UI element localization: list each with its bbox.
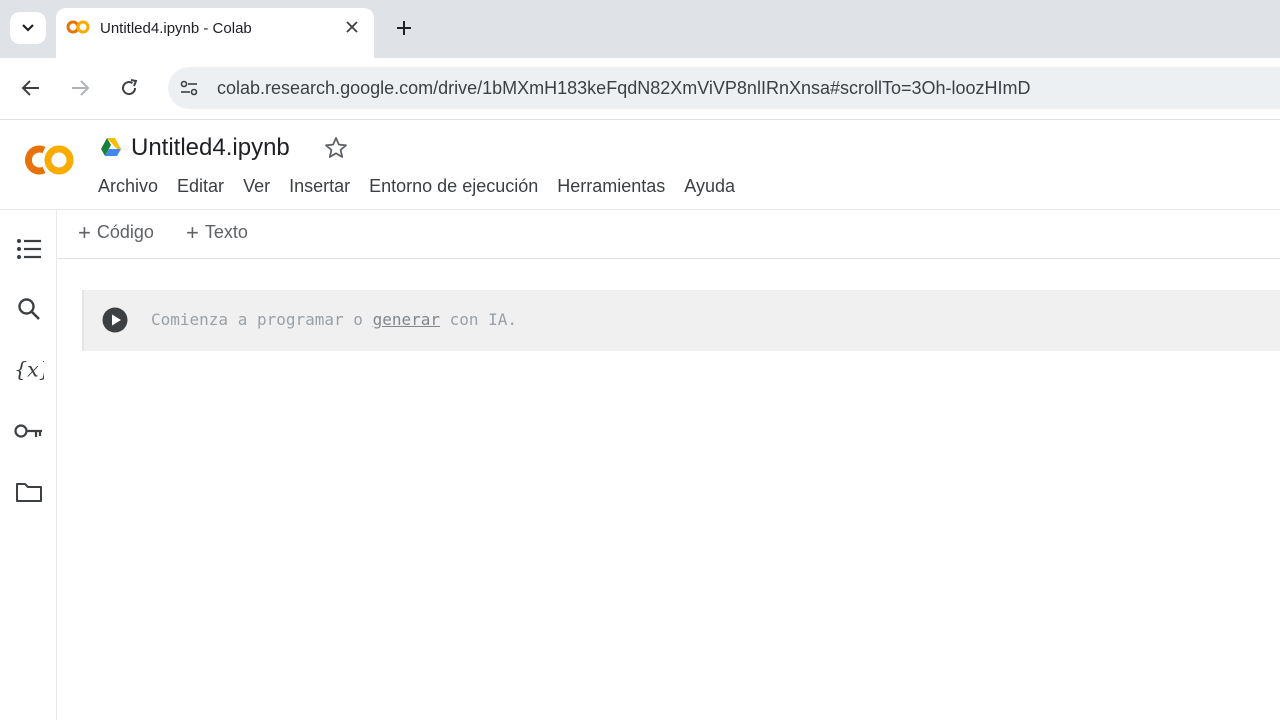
google-drive-icon[interactable] — [100, 137, 122, 157]
colab-favicon-icon — [66, 20, 90, 34]
table-of-contents-icon[interactable] — [14, 234, 44, 264]
menu-insertar[interactable]: Insertar — [289, 176, 350, 197]
variables-icon[interactable]: {x} — [14, 355, 44, 385]
tab-title: Untitled4.ipynb - Colab — [100, 20, 252, 37]
arrow-right-icon — [72, 80, 90, 96]
address-bar[interactable]: colab.research.google.com/drive/1bMXmH18… — [168, 67, 1280, 109]
add-text-label: Texto — [204, 222, 248, 242]
url-text[interactable]: colab.research.google.com/drive/1bMXmH18… — [217, 78, 1031, 99]
menu-entorno-de-ejecucion[interactable]: Entorno de ejecución — [369, 176, 538, 197]
cell-prompt-text: Comienza a programar o — [151, 310, 373, 329]
colab-logo-icon[interactable] — [18, 140, 78, 180]
forward-button[interactable] — [67, 75, 93, 101]
folder-icon[interactable] — [14, 477, 44, 507]
chevron-down-icon — [22, 24, 34, 32]
menu-herramientas[interactable]: Herramientas — [557, 176, 665, 197]
notebook-toolbar: + Código + Texto — [58, 210, 1280, 259]
cell-prompt-suffix: con IA. — [440, 310, 518, 329]
add-code-button[interactable]: + Código — [78, 219, 154, 245]
notebook-title[interactable]: Untitled4.ipynb — [131, 134, 290, 162]
back-button[interactable] — [18, 75, 44, 101]
svg-text:{x}: {x} — [14, 358, 44, 382]
cell-placeholder[interactable]: Comienza a programar o generar con IA. — [151, 310, 517, 329]
plus-icon: + — [186, 219, 199, 245]
menu-ayuda[interactable]: Ayuda — [684, 176, 735, 197]
left-sidebar: {x} — [0, 210, 57, 720]
generate-link[interactable]: generar — [373, 310, 440, 329]
tab-search-button[interactable] — [10, 12, 46, 44]
close-icon[interactable] — [342, 17, 362, 37]
add-text-button[interactable]: + Texto — [186, 219, 248, 245]
menu-archivo[interactable]: Archivo — [98, 176, 158, 197]
browser-toolbar: colab.research.google.com/drive/1bMXmH18… — [0, 58, 1280, 118]
arrow-left-icon — [21, 80, 39, 96]
secrets-key-icon[interactable] — [14, 416, 44, 446]
run-cell-icon[interactable] — [102, 307, 128, 333]
browser-tab-active[interactable]: Untitled4.ipynb - Colab — [56, 8, 374, 58]
menu-bar: Archivo Editar Ver Insertar Entorno de e… — [98, 176, 735, 197]
plus-icon: + — [78, 219, 91, 245]
reload-icon — [122, 79, 138, 96]
search-icon[interactable] — [14, 294, 44, 324]
menu-editar[interactable]: Editar — [177, 176, 224, 197]
star-icon[interactable] — [324, 136, 348, 160]
browser-tab-strip: Untitled4.ipynb - Colab — [0, 0, 1280, 58]
reload-button[interactable] — [116, 75, 142, 101]
new-tab-button[interactable] — [390, 14, 418, 42]
toolbar-divider — [0, 119, 1280, 120]
site-info-icon[interactable] — [178, 77, 200, 99]
menu-ver[interactable]: Ver — [243, 176, 270, 197]
plus-icon — [397, 21, 411, 35]
add-code-label: Código — [96, 222, 154, 242]
code-cell[interactable]: Comienza a programar o generar con IA. — [82, 290, 1280, 351]
